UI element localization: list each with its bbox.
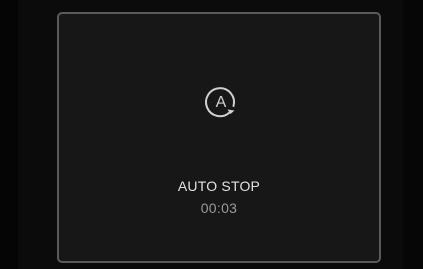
left-bezel (0, 0, 18, 269)
stop-timer: 00:03 (200, 200, 238, 216)
status-label: AUTO STOP (177, 178, 261, 194)
right-bezel (403, 0, 423, 269)
auto-stop-icon-letter: A (216, 94, 227, 111)
instrument-cluster-screen: A AUTO STOP 00:03 (0, 0, 423, 269)
auto-stop-panel: A AUTO STOP 00:03 (57, 12, 381, 263)
auto-stop-icon: A (202, 82, 240, 120)
